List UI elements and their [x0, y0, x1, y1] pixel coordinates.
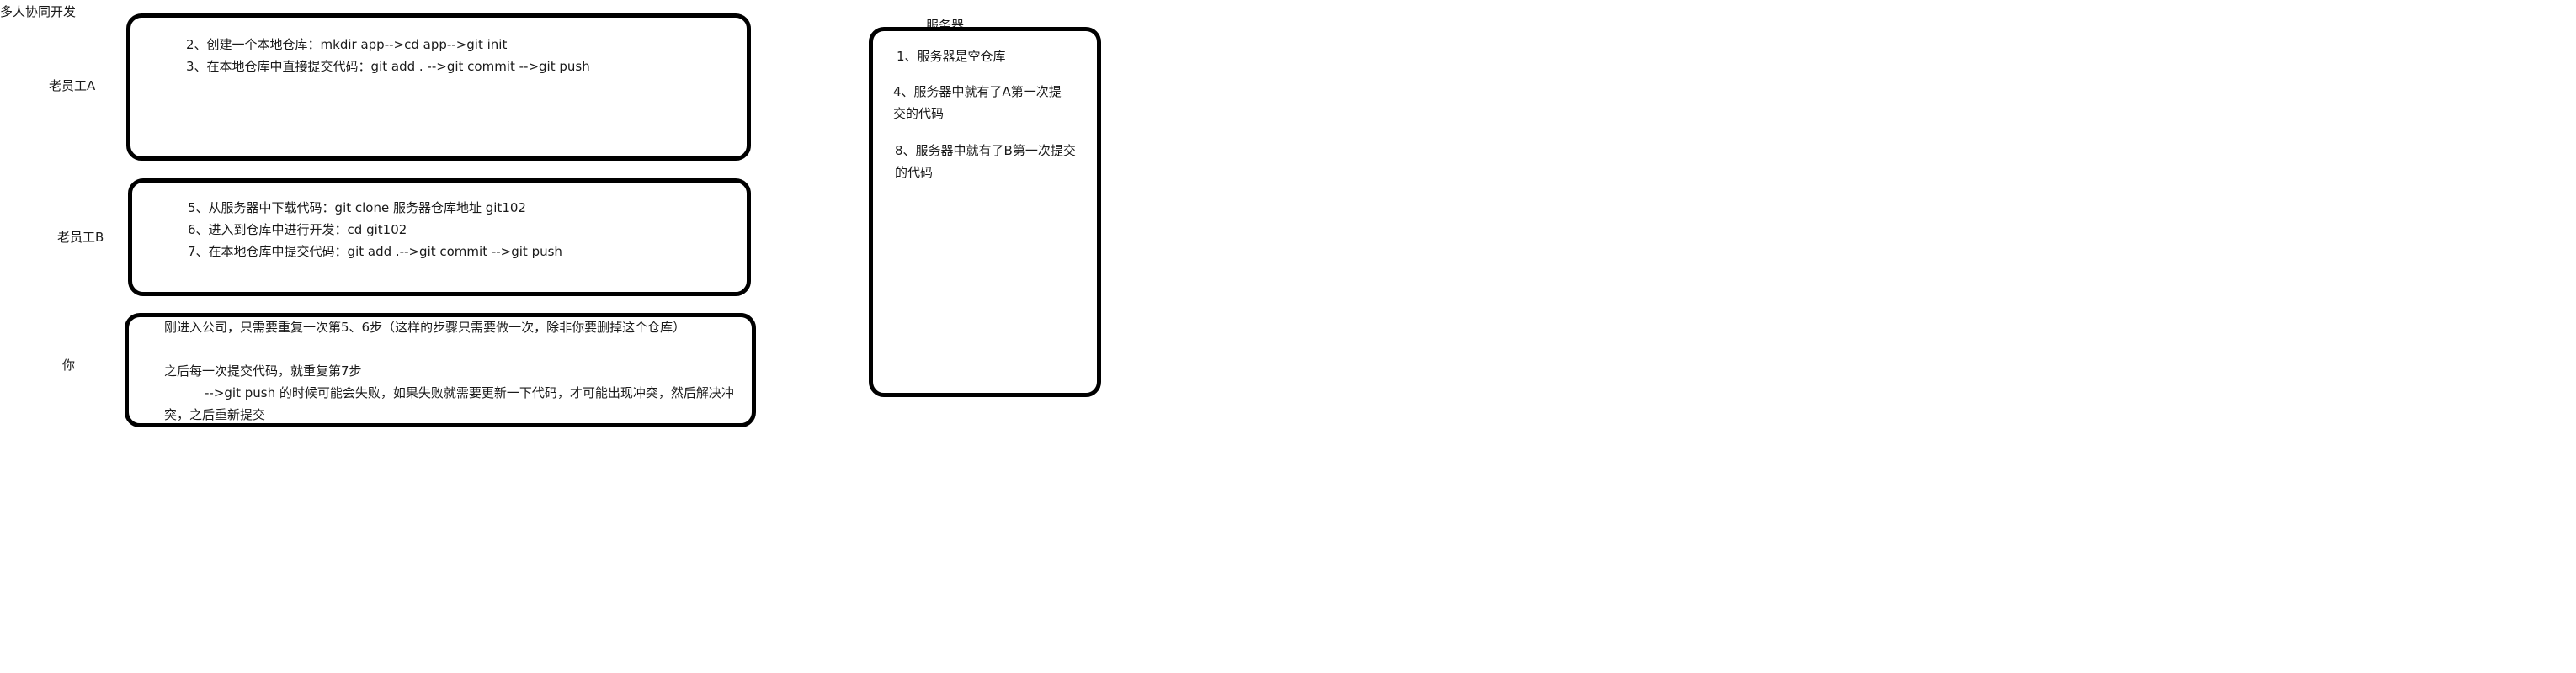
- server-box: 1、服务器是空仓库 4、服务器中就有了A第一次提 交的代码 8、服务器中就有了B…: [869, 27, 1101, 397]
- actor-label-b: 老员工B: [57, 230, 104, 245]
- server-item-8-line-2: 的代码: [895, 165, 934, 180]
- server-item-8-line-1: 8、服务器中就有了B第一次提交: [895, 143, 1076, 158]
- box-b-line-7: 7、在本地仓库中提交代码：git add .-->git commit -->g…: [188, 244, 562, 259]
- box-a-line-3: 3、在本地仓库中直接提交代码：git add . -->git commit -…: [186, 59, 590, 74]
- box-you: 刚进入公司，只需要重复一次第5、6步（这样的步骤只需要做一次，除非你要删掉这个仓…: [125, 313, 756, 427]
- box-a-line-2: 2、创建一个本地仓库：mkdir app-->cd app-->git init: [186, 37, 508, 52]
- box-you-line-2: 之后每一次提交代码，就重复第7步: [164, 363, 362, 379]
- diagram-canvas: { "title": "多人协同开发", "server_label": "服务…: [0, 0, 2576, 673]
- page-title: 多人协同开发: [0, 4, 77, 19]
- server-item-4-line-1: 4、服务器中就有了A第一次提: [893, 84, 1062, 99]
- actor-label-you: 你: [62, 358, 76, 373]
- box-b-line-6: 6、进入到仓库中进行开发：cd git102: [188, 222, 407, 237]
- actor-label-a: 老员工A: [49, 78, 96, 93]
- box-employee-a: 2、创建一个本地仓库：mkdir app-->cd app-->git init…: [126, 13, 751, 161]
- box-you-line-4: 突，之后重新提交: [164, 407, 266, 422]
- box-b-line-5: 5、从服务器中下载代码：git clone 服务器仓库地址 git102: [188, 200, 526, 215]
- server-item-1: 1、服务器是空仓库: [897, 49, 1006, 64]
- box-you-line-1: 刚进入公司，只需要重复一次第5、6步（这样的步骤只需要做一次，除非你要删掉这个仓…: [164, 320, 686, 335]
- box-employee-b: 5、从服务器中下载代码：git clone 服务器仓库地址 git102 6、进…: [128, 178, 751, 296]
- box-you-line-3: -->git push 的时候可能会失败，如果失败就需要更新一下代码，才可能出现…: [205, 385, 734, 400]
- server-item-4-line-2: 交的代码: [893, 106, 945, 121]
